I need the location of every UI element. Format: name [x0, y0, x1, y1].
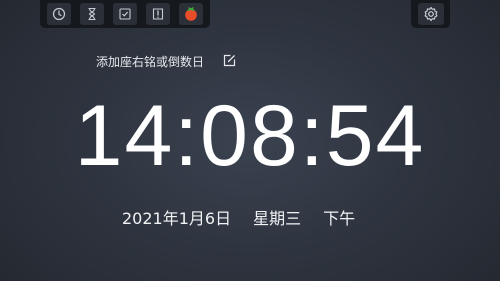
timer-button[interactable] — [80, 3, 105, 25]
top-toolbar — [40, 0, 210, 28]
settings-button[interactable] — [417, 3, 444, 25]
clock-button[interactable] — [47, 3, 72, 25]
pomodoro-button[interactable] — [178, 3, 203, 25]
motto-row: 添加座右铭或倒数日 — [96, 53, 236, 70]
clock-time: 14:08:54 — [74, 88, 426, 184]
book-icon — [151, 7, 165, 21]
hourglass-icon — [85, 7, 99, 21]
period-text: 下午 — [323, 209, 356, 228]
checklist-icon — [118, 7, 132, 21]
clock-icon — [52, 7, 66, 21]
motto-text[interactable]: 添加座右铭或倒数日 — [96, 53, 204, 70]
edit-icon[interactable] — [223, 54, 236, 70]
weekday-text: 星期三 — [253, 209, 302, 228]
date-row: 2021年1月6日 星期三 下午 — [122, 205, 355, 229]
tomato-icon — [183, 6, 199, 22]
notes-button[interactable] — [145, 3, 170, 25]
gear-icon — [423, 6, 439, 22]
settings-panel — [411, 0, 450, 28]
date-text: 2021年1月6日 — [122, 209, 232, 228]
todo-button[interactable] — [112, 3, 137, 25]
